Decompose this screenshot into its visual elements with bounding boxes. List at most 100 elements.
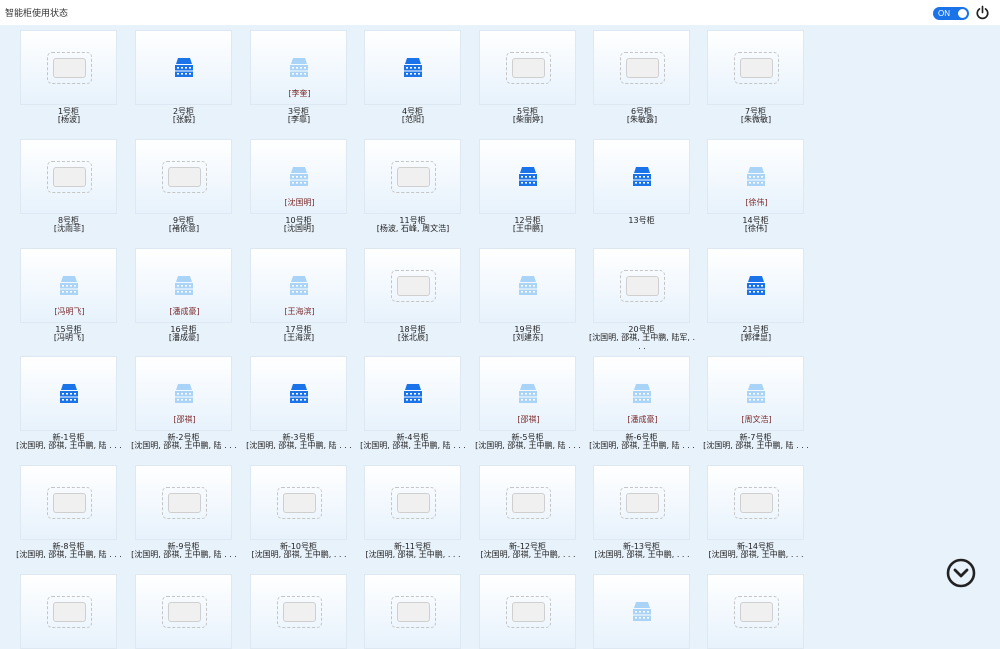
locker-users: [沈国明, 邵祺, 王中鹏, 陆 . . . xyxy=(16,550,122,559)
empty-slot-icon xyxy=(162,596,207,628)
locker-card: [邵祺] xyxy=(479,356,576,431)
locker-users: [褚依意] xyxy=(168,224,200,233)
locker-users: [郭律显] xyxy=(740,333,772,342)
page-title: 智能柜使用状态 xyxy=(5,9,69,19)
empty-slot-icon xyxy=(391,596,436,628)
locker-card xyxy=(593,465,690,540)
empty-slot-icon xyxy=(620,52,665,84)
locker-users: [张毅] xyxy=(172,115,196,124)
cabinet-icon xyxy=(402,382,424,404)
cabinet-icon xyxy=(173,382,195,404)
empty-slot-icon xyxy=(620,487,665,519)
cabinet-icon xyxy=(173,274,195,296)
locker-card: [冯明飞] xyxy=(20,248,117,323)
locker-users: [张北辰] xyxy=(397,333,429,342)
locker-card xyxy=(135,30,232,105)
empty-slot-icon xyxy=(734,487,779,519)
cabinet-icon xyxy=(58,274,80,296)
on-off-toggle[interactable]: ON xyxy=(933,7,969,20)
cabinet-icon xyxy=(631,165,653,187)
empty-slot-icon xyxy=(734,596,779,628)
cabinet-icon xyxy=(288,274,310,296)
locker-card xyxy=(135,139,232,214)
empty-slot-icon xyxy=(391,161,436,193)
locker-users: [徐伟] xyxy=(744,224,768,233)
locker-card xyxy=(364,356,461,431)
locker-card: [王海滨] xyxy=(250,248,347,323)
locker-card: [潘成豪] xyxy=(593,356,690,431)
cabinet-icon xyxy=(402,56,424,78)
empty-slot-icon xyxy=(620,270,665,302)
locker-users: [柴丽婷] xyxy=(512,115,544,124)
cabinet-icon xyxy=(288,165,310,187)
empty-slot-icon xyxy=(734,52,779,84)
power-icon[interactable] xyxy=(975,5,990,20)
locker-users: [沈国明] xyxy=(283,224,315,233)
cabinet-icon xyxy=(745,382,767,404)
locker-card xyxy=(250,356,347,431)
locker-card xyxy=(364,248,461,323)
locker-users: [沈国明, 邵祺, 王中鹏, 陆 . . . xyxy=(131,550,237,559)
cabinet-icon xyxy=(58,382,80,404)
locker-users: [沈国明, 邵祺, 王中鹏, 陆 . . . xyxy=(246,441,352,450)
locker-users: [沈国明, 邵祺, 王中鹏, . . . xyxy=(594,550,690,559)
locker-users: [潘成豪] xyxy=(168,333,200,342)
cabinet-icon xyxy=(288,56,310,78)
empty-slot-icon xyxy=(47,487,92,519)
locker-users: [沈国明, 邵祺, 王中鹏, . . . xyxy=(251,550,347,559)
empty-slot-icon xyxy=(506,487,551,519)
empty-slot-icon xyxy=(391,270,436,302)
locker-users: [沈国明, 邵祺, 王中鹏, 陆 . . . xyxy=(131,441,237,450)
empty-slot-icon xyxy=(162,487,207,519)
cabinet-icon xyxy=(288,382,310,404)
cabinet-icon xyxy=(631,600,653,622)
locker-users: [冯明飞] xyxy=(53,333,85,342)
locker-grid: 1号柜 [杨波] 2号柜 [张毅] [李奎] 3号柜 [李靠] 4号柜 [范阳] 5号柜 [柴丽婷]… xyxy=(0,0,1000,649)
cabinet-icon xyxy=(517,274,539,296)
locker-users: [王海滨] xyxy=(283,333,315,342)
locker-card xyxy=(593,574,690,649)
empty-slot-icon xyxy=(47,52,92,84)
locker-users: [沈国明, 邵祺, 王中鹏, . . . xyxy=(708,550,804,559)
locker-card: [周文浩] xyxy=(707,356,804,431)
locker-card xyxy=(20,139,117,214)
locker-card xyxy=(364,574,461,649)
locker-card xyxy=(593,248,690,323)
locker-card xyxy=(593,139,690,214)
locker-users: [杨波, 石峰, 周文浩] xyxy=(376,224,450,233)
locker-card xyxy=(479,465,576,540)
locker-occupant: [周文浩] xyxy=(741,415,772,424)
cabinet-icon xyxy=(745,165,767,187)
locker-occupant: [潘成豪] xyxy=(169,307,200,316)
empty-slot-icon xyxy=(506,596,551,628)
locker-card xyxy=(20,30,117,105)
locker-users: [范阳] xyxy=(401,115,425,124)
toggle-knob xyxy=(958,9,967,18)
locker-users: [沈国明, 邵祺, 王中鹏, 陆 . . . xyxy=(360,441,466,450)
locker-users: [沈国明, 邵祺, 王中鹏, 陆军, . . . xyxy=(588,333,695,351)
empty-slot-icon xyxy=(391,487,436,519)
locker-card: [沈国明] xyxy=(250,139,347,214)
cabinet-icon xyxy=(173,56,195,78)
locker-users: [沈雨菲] xyxy=(53,224,85,233)
locker-card xyxy=(364,465,461,540)
locker-card xyxy=(364,139,461,214)
cabinet-icon xyxy=(517,165,539,187)
empty-slot-icon xyxy=(277,487,322,519)
locker-card xyxy=(707,248,804,323)
locker-users: [朱微敏] xyxy=(740,115,772,124)
chevron-down-circle-icon[interactable] xyxy=(946,558,976,588)
locker-card xyxy=(20,574,117,649)
empty-slot-icon xyxy=(277,596,322,628)
empty-slot-icon xyxy=(47,596,92,628)
locker-occupant: [邵祺] xyxy=(173,415,196,424)
locker-occupant: [沈国明] xyxy=(284,198,315,207)
locker-card xyxy=(479,139,576,214)
empty-slot-icon xyxy=(506,52,551,84)
locker-occupant: [徐伟] xyxy=(745,198,768,207)
locker-users: [沈国明, 邵祺, 王中鹏, 陆 . . . xyxy=(16,441,122,450)
locker-users: [沈国明, 邵祺, 王中鹏, 陆 . . . xyxy=(475,441,581,450)
locker-occupant: [李奎] xyxy=(288,89,311,98)
locker-card xyxy=(250,574,347,649)
locker-users: [沈国明, 邵祺, 王中鹏, . . . xyxy=(480,550,576,559)
